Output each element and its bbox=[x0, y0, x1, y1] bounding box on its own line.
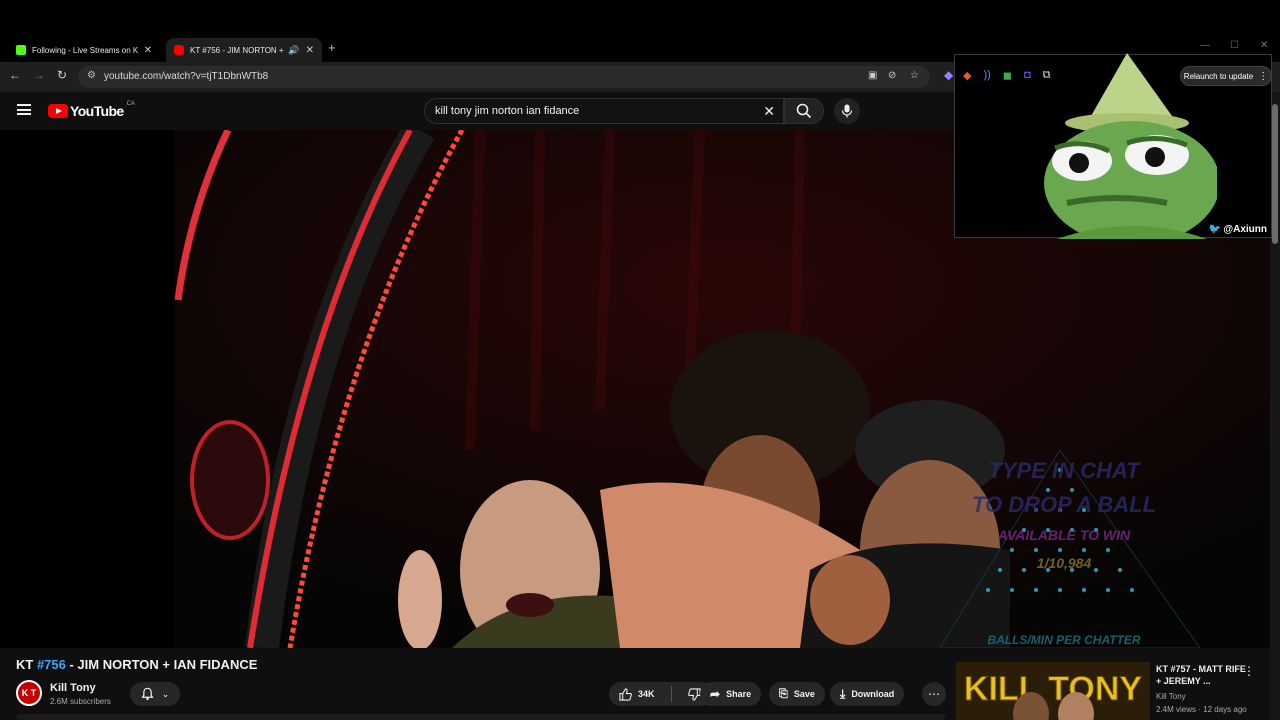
address-bar[interactable]: ⚙ youtube.com/watch?v=tjT1DbnWTb8 ▣ ⊘ ☆ bbox=[78, 66, 930, 88]
relaunch-to-update-button[interactable]: Relaunch to update ⋮ bbox=[1180, 66, 1272, 86]
subscriber-count: 2.6M subscribers bbox=[50, 697, 111, 706]
reload-icon[interactable]: ↻ bbox=[57, 68, 67, 82]
minimize-icon[interactable]: — bbox=[1200, 40, 1210, 51]
download-label: Download bbox=[851, 689, 895, 699]
close-tab-icon[interactable]: ✕ bbox=[306, 45, 314, 56]
overlay-footer: BALLS/MIN PER CHATTER bbox=[987, 633, 1140, 647]
share-arrow-icon: ➦ bbox=[710, 687, 721, 701]
search-input[interactable]: kill tony jim norton ian fidance ✕ bbox=[424, 98, 784, 124]
share-label: Share bbox=[726, 689, 752, 699]
description-box-edge bbox=[16, 714, 946, 720]
title-prefix: KT bbox=[16, 657, 37, 672]
back-icon[interactable]: ← bbox=[9, 68, 21, 82]
overlay-line-2: TO DROP A BALL bbox=[972, 492, 1156, 517]
chevron-down-icon: ⌄ bbox=[161, 688, 170, 699]
thumbs-up-icon bbox=[619, 687, 632, 701]
channel-name[interactable]: Kill Tony bbox=[50, 682, 96, 694]
subscription-bell-button[interactable]: ⌄ bbox=[130, 682, 180, 706]
url-text: youtube.com/watch?v=tjT1DbnWTb8 bbox=[104, 71, 269, 82]
like-count: 34K bbox=[638, 689, 655, 699]
extension-icon[interactable]: ◆ bbox=[944, 68, 953, 82]
youtube-logo[interactable]: YouTube CA bbox=[48, 101, 135, 119]
ellipsis-icon: ⋯ bbox=[928, 687, 940, 701]
youtube-play-icon bbox=[48, 104, 68, 118]
title-hashtag-link[interactable]: #756 bbox=[37, 657, 66, 672]
youtube-favicon-icon bbox=[174, 45, 184, 55]
bell-icon bbox=[141, 687, 154, 701]
like-dislike-group: 34K bbox=[609, 682, 713, 706]
close-tab-icon[interactable]: ✕ bbox=[144, 45, 152, 56]
maximize-icon[interactable]: ☐ bbox=[1230, 40, 1239, 51]
youtube-wordmark: YouTube bbox=[70, 103, 124, 119]
recommendation-channel[interactable]: Kill Tony bbox=[1156, 692, 1186, 701]
save-playlist-icon: ⎘ bbox=[779, 687, 788, 700]
download-button[interactable]: ⤓ Download bbox=[830, 682, 905, 706]
overlay-line-3: AVAILABLE TO WIN bbox=[997, 527, 1131, 543]
site-info-icon[interactable]: ⚙ bbox=[87, 70, 96, 81]
tab-title: Following - Live Streams on Kick bbox=[32, 45, 138, 55]
overlay-line-1: TYPE IN CHAT bbox=[988, 458, 1141, 483]
audio-extension-icon[interactable]: )) bbox=[983, 69, 990, 82]
more-actions-button[interactable]: ⋯ bbox=[922, 682, 946, 706]
video-title: KT #756 - JIM NORTON + IAN FIDANCE bbox=[16, 657, 257, 672]
speaker-icon[interactable]: 🔊 bbox=[288, 45, 299, 56]
new-tab-icon[interactable]: + bbox=[328, 40, 336, 55]
region-code: CA bbox=[126, 101, 135, 107]
relaunch-label: Relaunch to update bbox=[1183, 71, 1254, 81]
search-button[interactable] bbox=[784, 98, 824, 124]
title-rest: - JIM NORTON + IAN FIDANCE bbox=[65, 657, 258, 672]
menu-icon[interactable] bbox=[17, 104, 31, 115]
bookmark-star-icon[interactable]: ☆ bbox=[910, 70, 919, 81]
twitter-bird-icon: 🐦 bbox=[1208, 224, 1222, 235]
save-button[interactable]: ⎘ Save bbox=[769, 682, 825, 706]
download-icon: ⤓ bbox=[840, 686, 846, 701]
recommendation-menu-icon[interactable]: ⋮ bbox=[1243, 664, 1255, 678]
clear-search-icon[interactable]: ✕ bbox=[763, 103, 775, 120]
cast-icon[interactable]: ▣ bbox=[868, 70, 877, 81]
more-options-icon[interactable]: ⋮ bbox=[1258, 71, 1268, 82]
translate-extension-icon[interactable]: ◼ bbox=[1003, 69, 1012, 82]
like-button[interactable]: 34K bbox=[609, 682, 665, 706]
scrollbar-thumb[interactable] bbox=[1272, 104, 1278, 244]
recommendation-thumbnail[interactable]: KILL TONY bbox=[956, 662, 1150, 720]
search-query: kill tony jim norton ian fidance bbox=[435, 105, 580, 117]
like-separator bbox=[670, 686, 672, 702]
twitter-handle: 🐦 @Axiunn bbox=[1209, 224, 1267, 235]
thumbs-down-icon bbox=[687, 687, 701, 701]
ublock-icon[interactable]: ◆ bbox=[963, 69, 971, 82]
voice-search-button[interactable] bbox=[834, 98, 860, 124]
channel-avatar[interactable]: K T bbox=[16, 680, 42, 706]
forward-icon[interactable]: → bbox=[33, 68, 45, 82]
recommendation-meta: 2.4M views · 12 days ago bbox=[1156, 705, 1247, 714]
tab-youtube-video[interactable]: KT #756 - JIM NORTON + IAN FIDANCE 🔊 ✕ bbox=[166, 38, 322, 62]
kick-favicon-icon bbox=[16, 45, 26, 55]
microphone-icon bbox=[841, 104, 853, 118]
tracking-blocked-icon[interactable]: ⊘ bbox=[888, 70, 896, 81]
handle-text: @Axiunn bbox=[1223, 224, 1267, 235]
tab-kick-following[interactable]: Following - Live Streams on Kick ✕ bbox=[8, 38, 160, 62]
share-button[interactable]: ➦ Share bbox=[700, 682, 762, 706]
close-window-icon[interactable]: ✕ bbox=[1260, 40, 1268, 51]
thumbnail-text: KILL TONY bbox=[964, 670, 1143, 708]
save-label: Save bbox=[793, 689, 815, 699]
tab-title: KT #756 - JIM NORTON + IAN FIDANCE bbox=[190, 45, 284, 55]
overlay-count: 1/10,984 bbox=[1037, 555, 1092, 571]
thumbnail-art: KILL TONY bbox=[956, 662, 1150, 720]
search-icon bbox=[796, 103, 812, 119]
recommendation-title[interactable]: KT #757 - MATT RIFE + JEREMY ... bbox=[1156, 663, 1246, 687]
